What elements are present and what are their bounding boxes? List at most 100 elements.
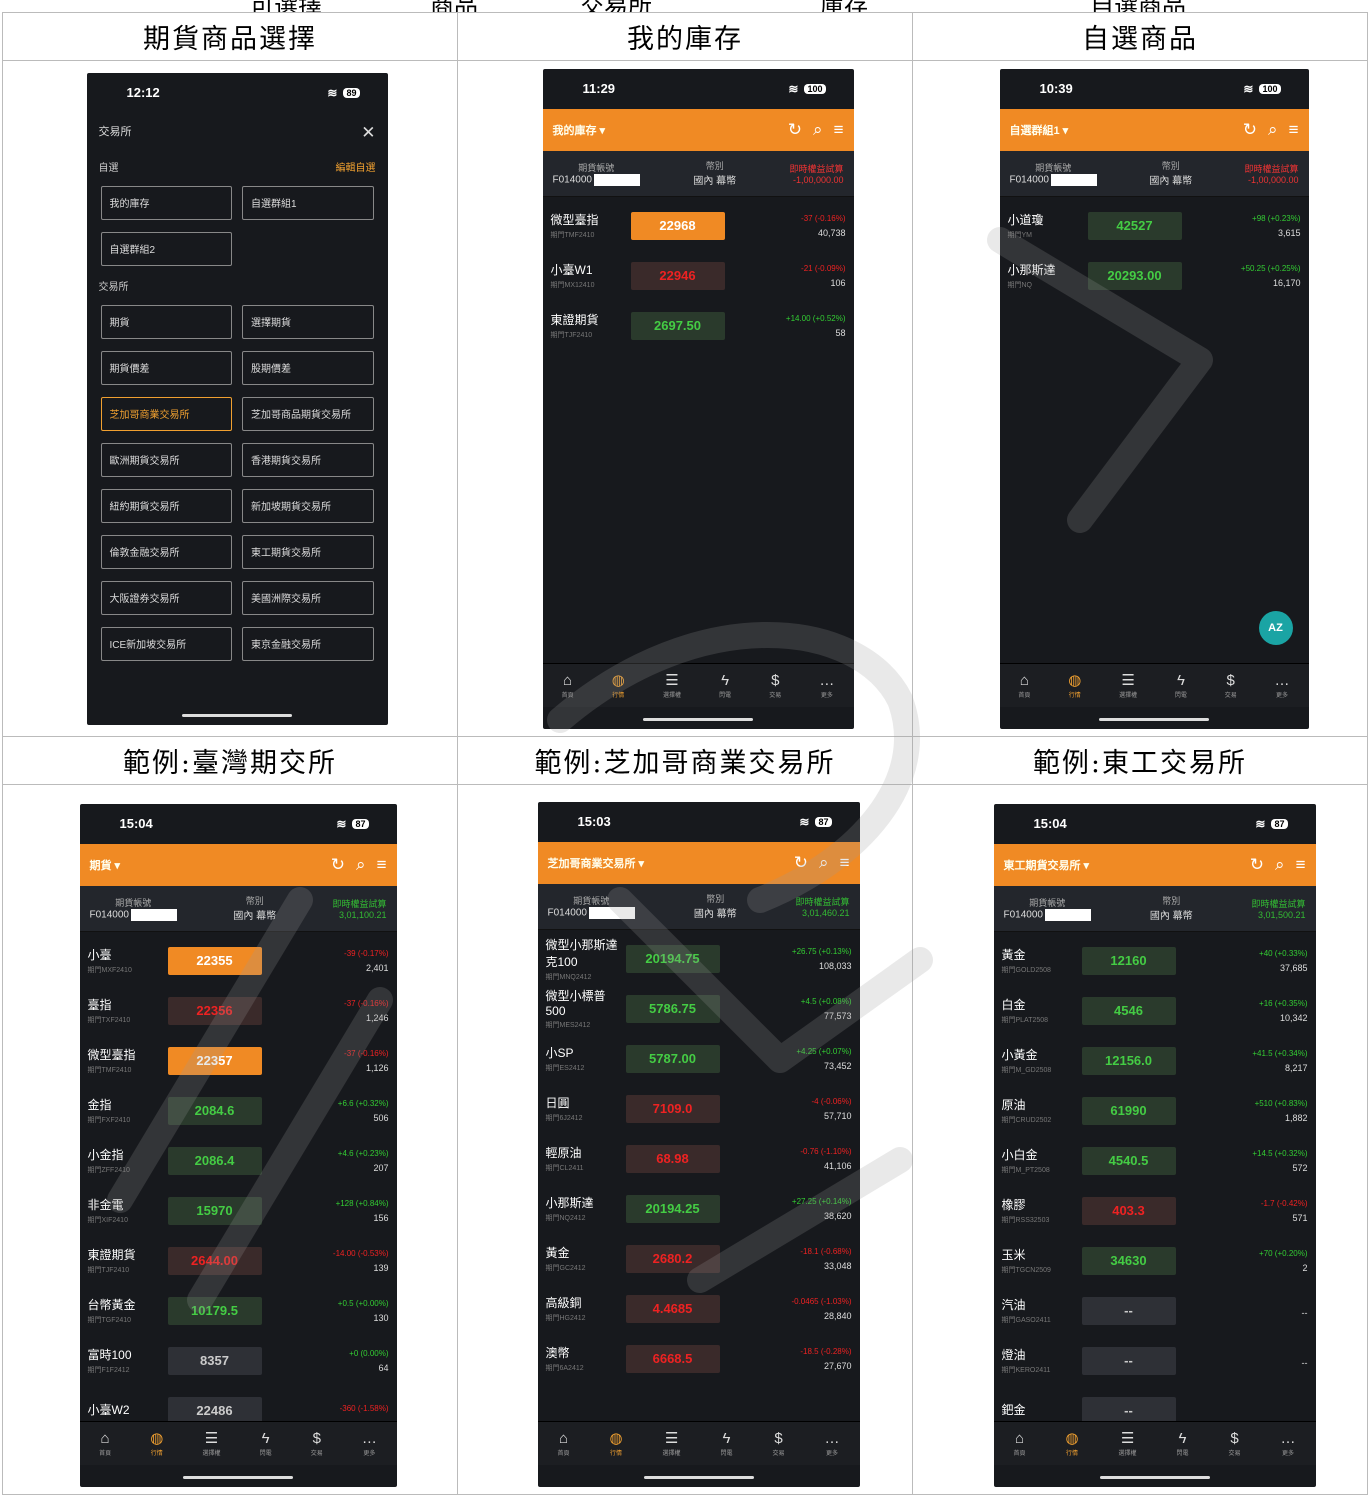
quote-price-button[interactable]: 22357 bbox=[167, 1046, 262, 1075]
account-id-block[interactable]: 期貨帳號 F014000 bbox=[548, 894, 635, 919]
menu-icon[interactable]: ≡ bbox=[1289, 120, 1299, 140]
nav-item-3[interactable]: ϟ 閃電 bbox=[1175, 672, 1187, 699]
quote-price-button[interactable]: 4546 bbox=[1081, 996, 1176, 1025]
refresh-icon[interactable]: ↻ bbox=[788, 120, 802, 140]
refresh-icon[interactable]: ↻ bbox=[1250, 855, 1264, 875]
account-id-block[interactable]: 期貨帳號 F014000 bbox=[553, 161, 640, 186]
quote-row[interactable]: 輕原油 期門CL2411 68.98 -0.76 (-1.10%) 41,106 bbox=[538, 1134, 860, 1184]
close-icon[interactable]: ✕ bbox=[361, 123, 375, 143]
quote-row[interactable]: 白金 期門PLAT2508 4546 +16 (+0.35%) 10,342 bbox=[994, 986, 1316, 1036]
quote-row[interactable]: 富時100 期門F1F2412 8357 +0 (0.00%) 64 bbox=[80, 1336, 397, 1386]
quote-row[interactable]: 玉米 期門TGCN2509 34630 +70 (+0.20%) 2 bbox=[994, 1236, 1316, 1286]
exchange-button[interactable]: 香港期貨交易所 bbox=[242, 442, 374, 477]
menu-icon[interactable]: ≡ bbox=[1296, 855, 1306, 875]
quote-row[interactable]: 小道瓊 期門YM 42527 +98 (+0.23%) 3,615 bbox=[1000, 201, 1309, 251]
self-group-button[interactable]: 自選群組1 bbox=[242, 185, 374, 220]
nav-item-2[interactable]: ☰ 選擇權 bbox=[663, 1429, 681, 1457]
quote-row[interactable]: 金指 期門FXF2410 2084.6 +6.6 (+0.32%) 506 bbox=[80, 1086, 397, 1136]
quote-row[interactable]: 日圓 期門6J2412 7109.0 -4 (-0.06%) 57,710 bbox=[538, 1084, 860, 1134]
exchange-button[interactable]: 紐約期貨交易所 bbox=[100, 488, 232, 523]
group-dropdown[interactable]: 我的庫存 ▾ bbox=[553, 122, 606, 138]
quote-row[interactable]: 微型臺指 期門TMF2410 22357 -37 (-0.16%) 1,126 bbox=[80, 1036, 397, 1086]
quote-price-button[interactable]: 403.3 bbox=[1081, 1196, 1176, 1225]
quote-price-button[interactable]: 15970 bbox=[167, 1196, 262, 1225]
refresh-icon[interactable]: ↻ bbox=[1243, 120, 1257, 140]
quote-row[interactable]: 微型小那斯達克100 期門MNQ2412 20194.75 +26.75 (+0.13… bbox=[538, 934, 860, 984]
quote-row[interactable]: 小臺W1 期門MX12410 22946 -21 (-0.09%) 106 bbox=[543, 251, 854, 301]
exchange-button[interactable]: 歐洲期貨交易所 bbox=[100, 442, 232, 477]
quote-price-button[interactable]: 5786.75 bbox=[625, 994, 720, 1023]
edit-self-link[interactable]: 編輯自選 bbox=[336, 159, 376, 174]
search-icon[interactable]: ⌕ bbox=[813, 120, 823, 140]
quote-price-button[interactable]: 2697.50 bbox=[630, 311, 725, 340]
quote-price-button[interactable]: 22946 bbox=[630, 261, 725, 290]
nav-item-5[interactable]: … 更多 bbox=[1280, 1430, 1295, 1457]
account-id-block[interactable]: 期貨帳號 F014000 bbox=[1010, 161, 1097, 186]
nav-item-2[interactable]: ☰ 選擇權 bbox=[202, 1429, 220, 1457]
group-dropdown[interactable]: 自選群組1 ▾ bbox=[1010, 122, 1069, 138]
fab-button[interactable]: AZ bbox=[1258, 610, 1293, 645]
nav-item-1[interactable]: ◍ 行情 bbox=[609, 1429, 622, 1457]
quote-price-button[interactable]: 4540.5 bbox=[1081, 1146, 1176, 1175]
menu-icon[interactable]: ≡ bbox=[377, 855, 387, 875]
nav-item-5[interactable]: … 更多 bbox=[362, 1430, 377, 1457]
exchange-button[interactable]: 大阪證券交易所 bbox=[100, 580, 232, 615]
quote-row[interactable]: 小SP 期門ES2412 5787.00 +4.25 (+0.07%) 73,452 bbox=[538, 1034, 860, 1084]
quote-price-button[interactable]: 22355 bbox=[167, 946, 262, 975]
quote-price-button[interactable]: 8357 bbox=[167, 1346, 262, 1375]
search-icon[interactable]: ⌕ bbox=[819, 853, 829, 873]
nav-item-2[interactable]: ☰ 選擇權 bbox=[1119, 1429, 1137, 1457]
quote-price-button[interactable]: 2680.2 bbox=[625, 1244, 720, 1273]
quote-price-button[interactable]: 68.98 bbox=[625, 1144, 720, 1173]
nav-item-4[interactable]: $ 交易 bbox=[773, 1430, 785, 1457]
search-icon[interactable]: ⌕ bbox=[1268, 120, 1278, 140]
quote-price-button[interactable]: -- bbox=[1081, 1346, 1176, 1375]
nav-item-2[interactable]: ☰ 選擇權 bbox=[1119, 671, 1137, 699]
self-group-button[interactable]: 我的庫存 bbox=[100, 185, 232, 220]
quote-price-button[interactable]: 34630 bbox=[1081, 1246, 1176, 1275]
quote-price-button[interactable]: 61990 bbox=[1081, 1096, 1176, 1125]
exchange-button[interactable]: 東京金融交易所 bbox=[242, 626, 374, 661]
quote-row[interactable]: 燈油 期門KERO2411 -- -- bbox=[994, 1336, 1316, 1386]
nav-item-3[interactable]: ϟ 閃電 bbox=[721, 1430, 733, 1457]
quote-row[interactable]: 東證期貨 期門TJF2410 2644.00 -14.00 (-0.53%) 139 bbox=[80, 1236, 397, 1286]
nav-item-1[interactable]: ◍ 行情 bbox=[150, 1429, 163, 1457]
quote-price-button[interactable]: 2086.4 bbox=[167, 1146, 262, 1175]
nav-item-3[interactable]: ϟ 閃電 bbox=[719, 672, 731, 699]
exchange-button[interactable]: 東工期貨交易所 bbox=[242, 534, 374, 569]
exchange-button[interactable]: 股期價差 bbox=[242, 350, 374, 385]
bottom-nav[interactable]: ⌂ 首頁 ◍ 行情 ☰ 選擇權 ϟ 閃電 $ 交易 … 更多 bbox=[542, 662, 854, 707]
search-icon[interactable]: ⌕ bbox=[1275, 855, 1285, 875]
quote-price-button[interactable]: 22356 bbox=[167, 996, 262, 1025]
nav-item-5[interactable]: … 更多 bbox=[819, 672, 834, 699]
exchange-button[interactable]: 期貨 bbox=[100, 304, 232, 339]
group-dropdown[interactable]: 期貨 ▾ bbox=[90, 857, 121, 873]
nav-item-0[interactable]: ⌂ 首頁 bbox=[557, 1430, 569, 1457]
nav-item-4[interactable]: $ 交易 bbox=[769, 672, 781, 699]
quote-row[interactable]: 澳幣 期門6A2412 6668.5 -18.5 (-0.28%) 27,670 bbox=[538, 1334, 860, 1384]
quote-row[interactable]: 非金電 期門XIF2410 15970 +128 (+0.84%) 156 bbox=[80, 1186, 397, 1236]
quote-price-button[interactable]: 4.4685 bbox=[625, 1294, 720, 1323]
group-dropdown[interactable]: 芝加哥商業交易所 ▾ bbox=[548, 855, 645, 871]
quote-price-button[interactable]: 7109.0 bbox=[625, 1094, 720, 1123]
quote-row[interactable]: 小那斯達 期門NQ2412 20194.25 +27.25 (+0.14%) 38,62… bbox=[538, 1184, 860, 1234]
account-id-block[interactable]: 期貨帳號 F014000 bbox=[90, 896, 177, 921]
quote-price-button[interactable]: 12156.0 bbox=[1081, 1046, 1176, 1075]
search-icon[interactable]: ⌕ bbox=[356, 855, 366, 875]
nav-item-1[interactable]: ◍ 行情 bbox=[1068, 671, 1081, 699]
refresh-icon[interactable]: ↻ bbox=[794, 853, 808, 873]
nav-item-4[interactable]: $ 交易 bbox=[1229, 1430, 1241, 1457]
account-id-block[interactable]: 期貨帳號 F014000 bbox=[1004, 896, 1091, 921]
quote-row[interactable]: 黃金 期門GOLD2508 12160 +40 (+0.33%) 37,685 bbox=[994, 936, 1316, 986]
quote-price-button[interactable]: 5787.00 bbox=[625, 1044, 720, 1073]
nav-item-3[interactable]: ϟ 閃電 bbox=[1177, 1430, 1189, 1457]
group-dropdown[interactable]: 東工期貨交易所 ▾ bbox=[1004, 857, 1090, 873]
nav-item-3[interactable]: ϟ 閃電 bbox=[260, 1430, 272, 1457]
quote-row[interactable]: 汽油 期門GASO2411 -- -- bbox=[994, 1286, 1316, 1336]
quote-price-button[interactable]: 2084.6 bbox=[167, 1096, 262, 1125]
quote-price-button[interactable]: 12160 bbox=[1081, 946, 1176, 975]
nav-item-0[interactable]: ⌂ 首頁 bbox=[1013, 1430, 1025, 1457]
quote-row[interactable]: 臺指 期門TXF2410 22356 -37 (-0.16%) 1,246 bbox=[80, 986, 397, 1036]
exchange-button[interactable]: 芝加哥商業交易所 bbox=[100, 396, 232, 431]
menu-icon[interactable]: ≡ bbox=[840, 853, 850, 873]
